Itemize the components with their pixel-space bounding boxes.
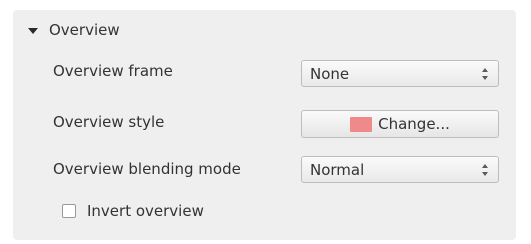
combo-spin-arrows-icon [482,67,489,81]
overview-blending-mode-label: Overview blending mode [53,160,241,178]
overview-group-header[interactable]: Overview [28,19,120,41]
overview-frame-combo[interactable]: None [301,60,499,87]
invert-overview-label: Invert overview [87,202,204,220]
overview-blending-mode-value: Normal [310,160,365,179]
style-color-swatch [350,116,373,132]
overview-frame-value: None [310,64,350,83]
overview-group-title: Overview [49,21,120,39]
invert-overview-checkbox[interactable] [62,204,76,218]
change-button-label: Change... [378,115,450,133]
collapse-arrow-icon[interactable] [28,27,38,34]
overview-style-label: Overview style [53,113,165,131]
overview-style-change-button[interactable]: Change... [301,110,499,138]
combo-spin-arrows-icon [482,163,489,177]
invert-overview-row[interactable]: Invert overview [62,201,204,221]
overview-frame-label: Overview frame [53,62,173,80]
overview-blending-mode-combo[interactable]: Normal [301,156,499,183]
